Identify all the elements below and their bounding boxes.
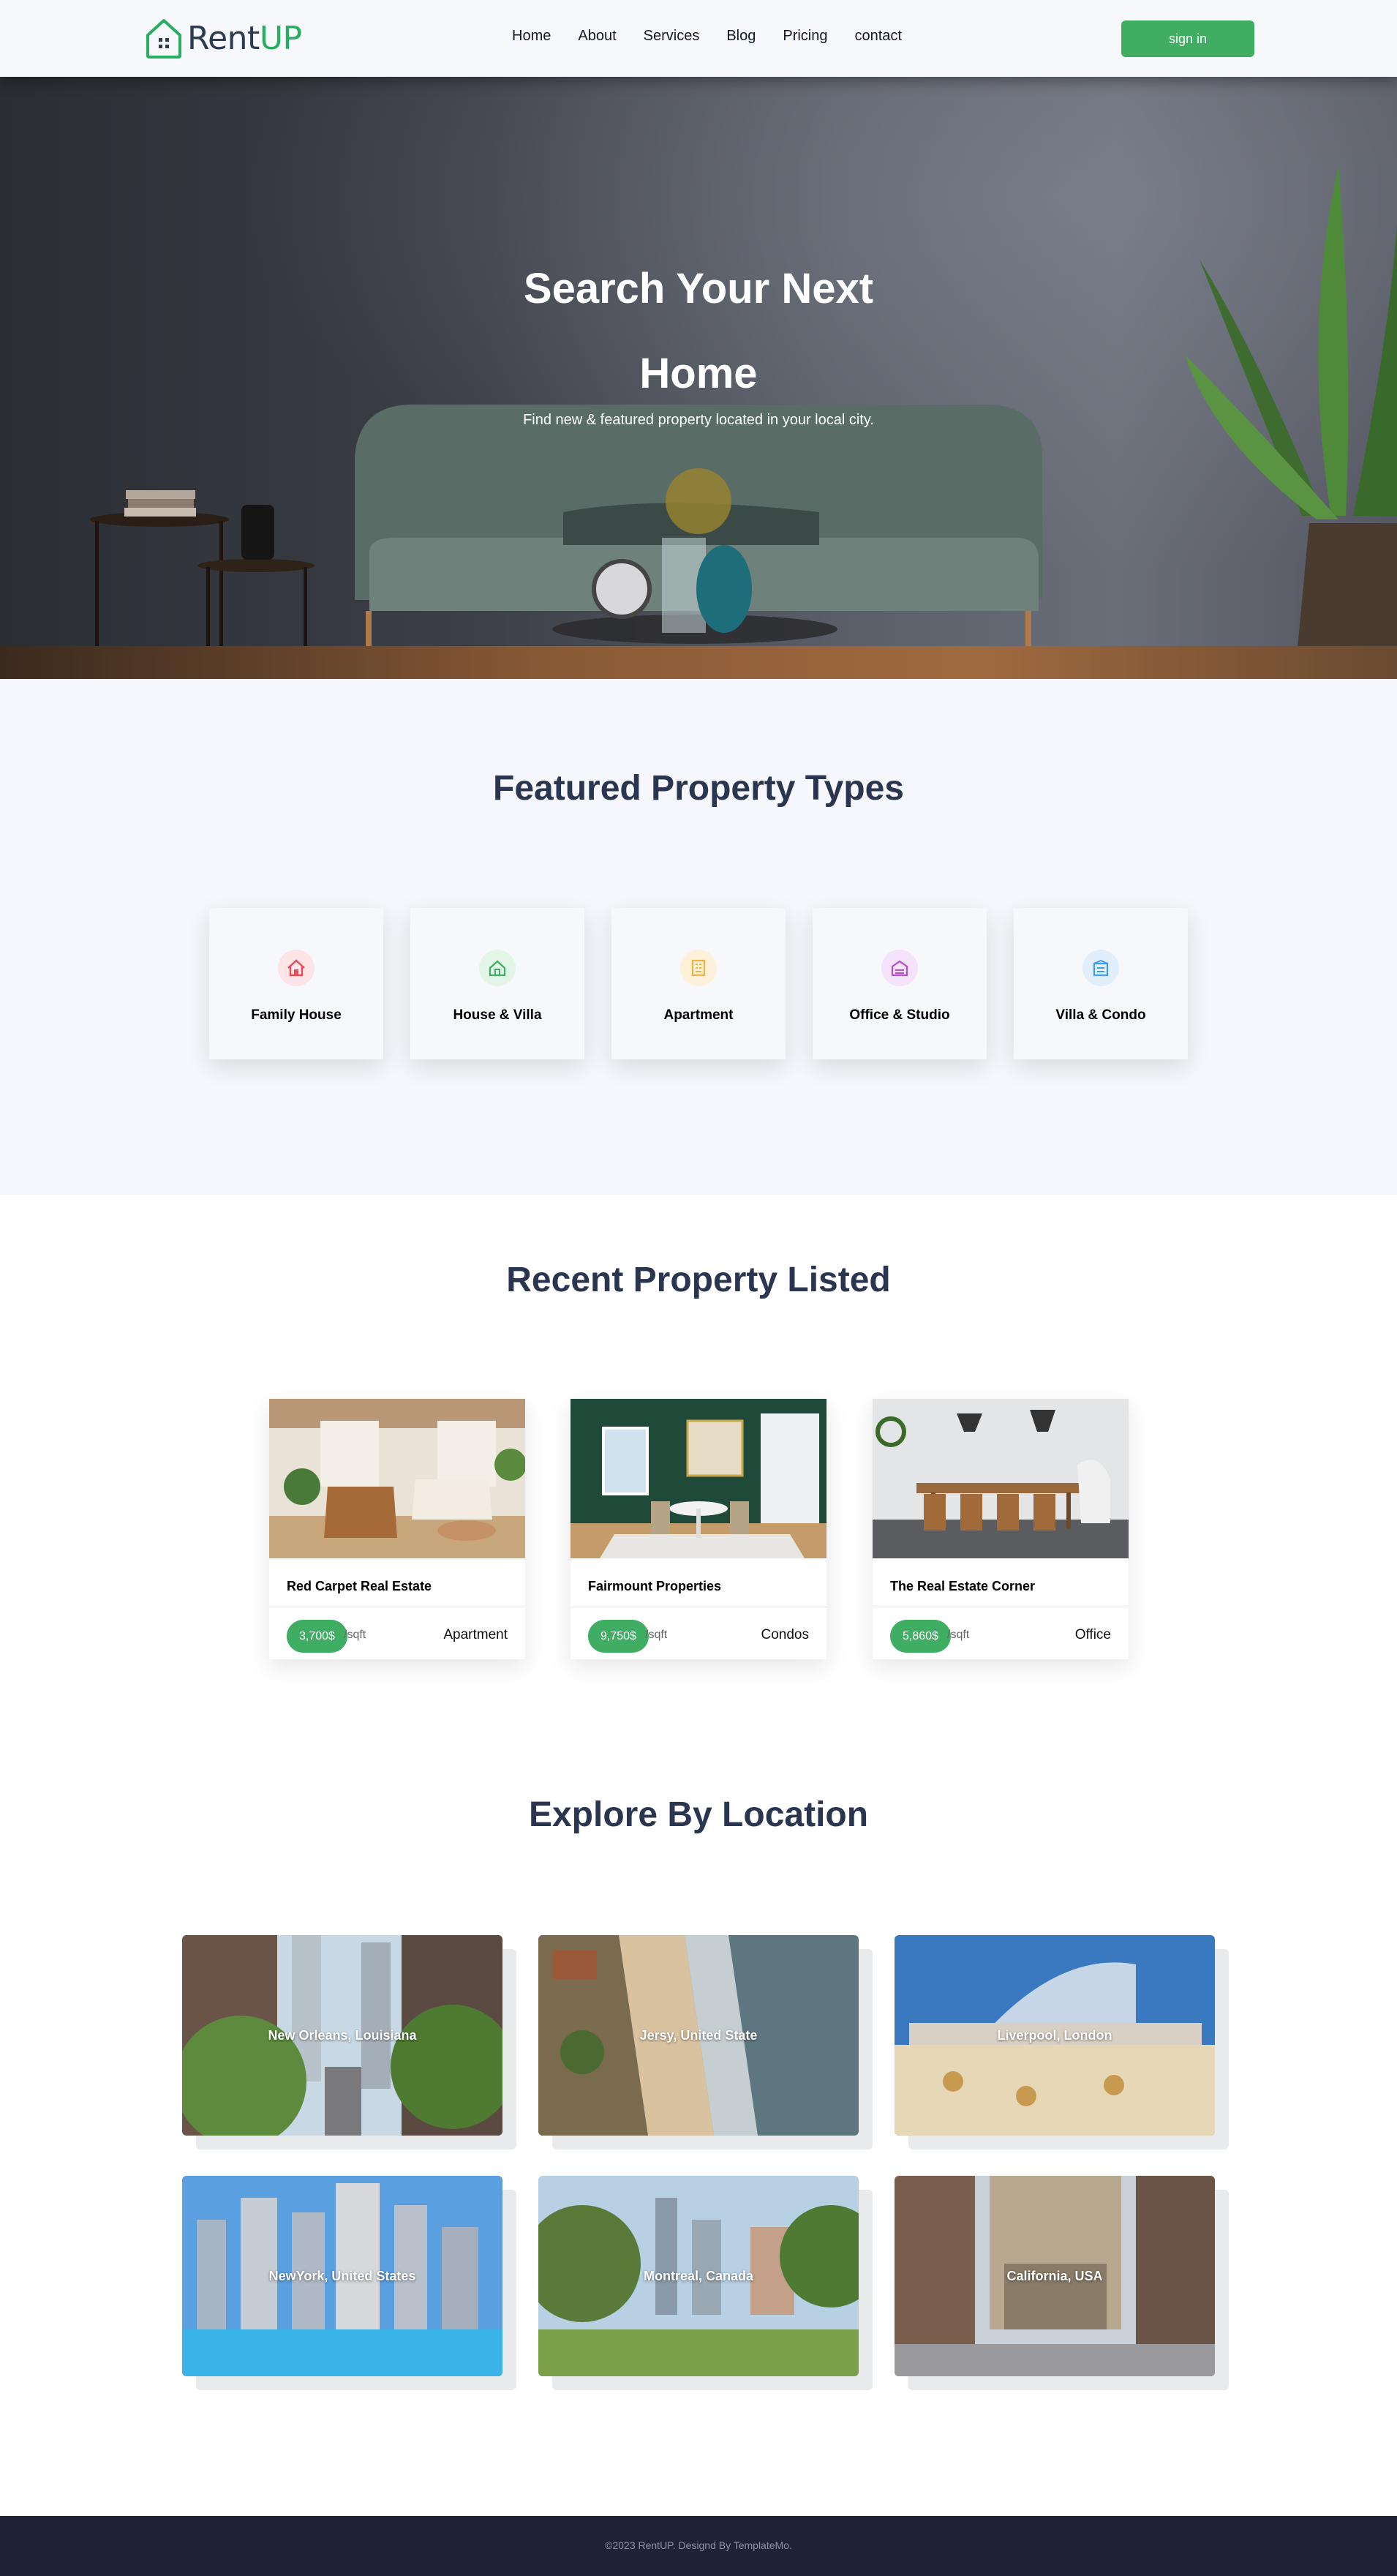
property-card-red-carpet[interactable]: Red Carpet Real Estate 3,700$ /sqft Apar… <box>269 1399 525 1659</box>
hero-title: Search Your Next Home <box>523 265 874 397</box>
location-card-california[interactable]: California, USA <box>895 2176 1229 2390</box>
location-card-jersy[interactable]: Jersy, United State <box>538 1935 873 2149</box>
property-card-fairmount[interactable]: Fairmount Properties 9,750$ /sqft Condos <box>571 1399 826 1659</box>
office-icon <box>881 950 918 986</box>
type-card-villa-condo[interactable]: Villa & Condo <box>1014 908 1188 1059</box>
location-card-liverpool[interactable]: Liverpool, London <box>895 1935 1229 2149</box>
property-image <box>571 1399 826 1558</box>
apartment-icon <box>680 950 717 986</box>
site-footer: ©2023 RentUP. Designd By TemplateMo. <box>0 2516 1397 2576</box>
location-card-new-orleans[interactable]: New Orleans, Louisiana <box>182 1935 516 2149</box>
locations-title: Explore By Location <box>528 1795 869 1834</box>
nav-services[interactable]: Services <box>644 28 700 45</box>
recent-title: Recent Property Listed <box>506 1261 891 1299</box>
property-type: Office <box>1074 1627 1111 1642</box>
logo[interactable]: RentUP <box>143 16 302 60</box>
price-badge: 9,750$ <box>588 1620 649 1653</box>
hero-banner: Search Your Next Home Find new & featured… <box>0 77 1397 679</box>
nav-about[interactable]: About <box>578 28 616 45</box>
type-card-family-house[interactable]: Family House <box>209 908 383 1059</box>
property-image <box>873 1399 1129 1558</box>
type-card-house-villa[interactable]: House & Villa <box>410 908 584 1059</box>
house-icon <box>278 950 315 986</box>
property-image <box>269 1399 525 1558</box>
property-type: Apartment <box>443 1627 508 1642</box>
copyright-text: ©2023 RentUP. Designd By TemplateMo. <box>605 2539 792 2551</box>
location-card-montreal[interactable]: Montreal, Canada <box>538 2176 873 2390</box>
featured-section: Featured Property Types Family House Hou… <box>0 679 1397 1195</box>
nav-home[interactable]: Home <box>512 28 551 45</box>
nav-contact[interactable]: contact <box>855 28 902 45</box>
site-header: RentUP Home About Services Blog Pricing … <box>0 0 1397 77</box>
type-card-office-studio[interactable]: Office & Studio <box>813 908 987 1059</box>
house-logo-icon <box>146 19 181 59</box>
main-nav: Home About Services Blog Pricing contact <box>512 28 929 45</box>
logo-text: RentUP <box>187 19 302 57</box>
property-type: Condos <box>761 1627 810 1642</box>
villa-icon <box>479 950 516 986</box>
featured-title: Featured Property Types <box>493 769 904 808</box>
sign-in-button[interactable]: sign in <box>1121 20 1254 57</box>
location-card-newyork[interactable]: NewYork, United States <box>182 2176 516 2390</box>
hero-subtitle: Find new & featured property located in … <box>523 412 874 428</box>
nav-pricing[interactable]: Pricing <box>783 28 827 45</box>
type-card-apartment[interactable]: Apartment <box>611 908 786 1059</box>
price-badge: 5,860$ <box>890 1620 951 1653</box>
nav-blog[interactable]: Blog <box>726 28 756 45</box>
condo-icon <box>1082 950 1119 986</box>
property-card-real-estate-corner[interactable]: The Real Estate Corner 5,860$ /sqft Offi… <box>873 1399 1129 1659</box>
price-badge: 3,700$ <box>287 1620 347 1653</box>
